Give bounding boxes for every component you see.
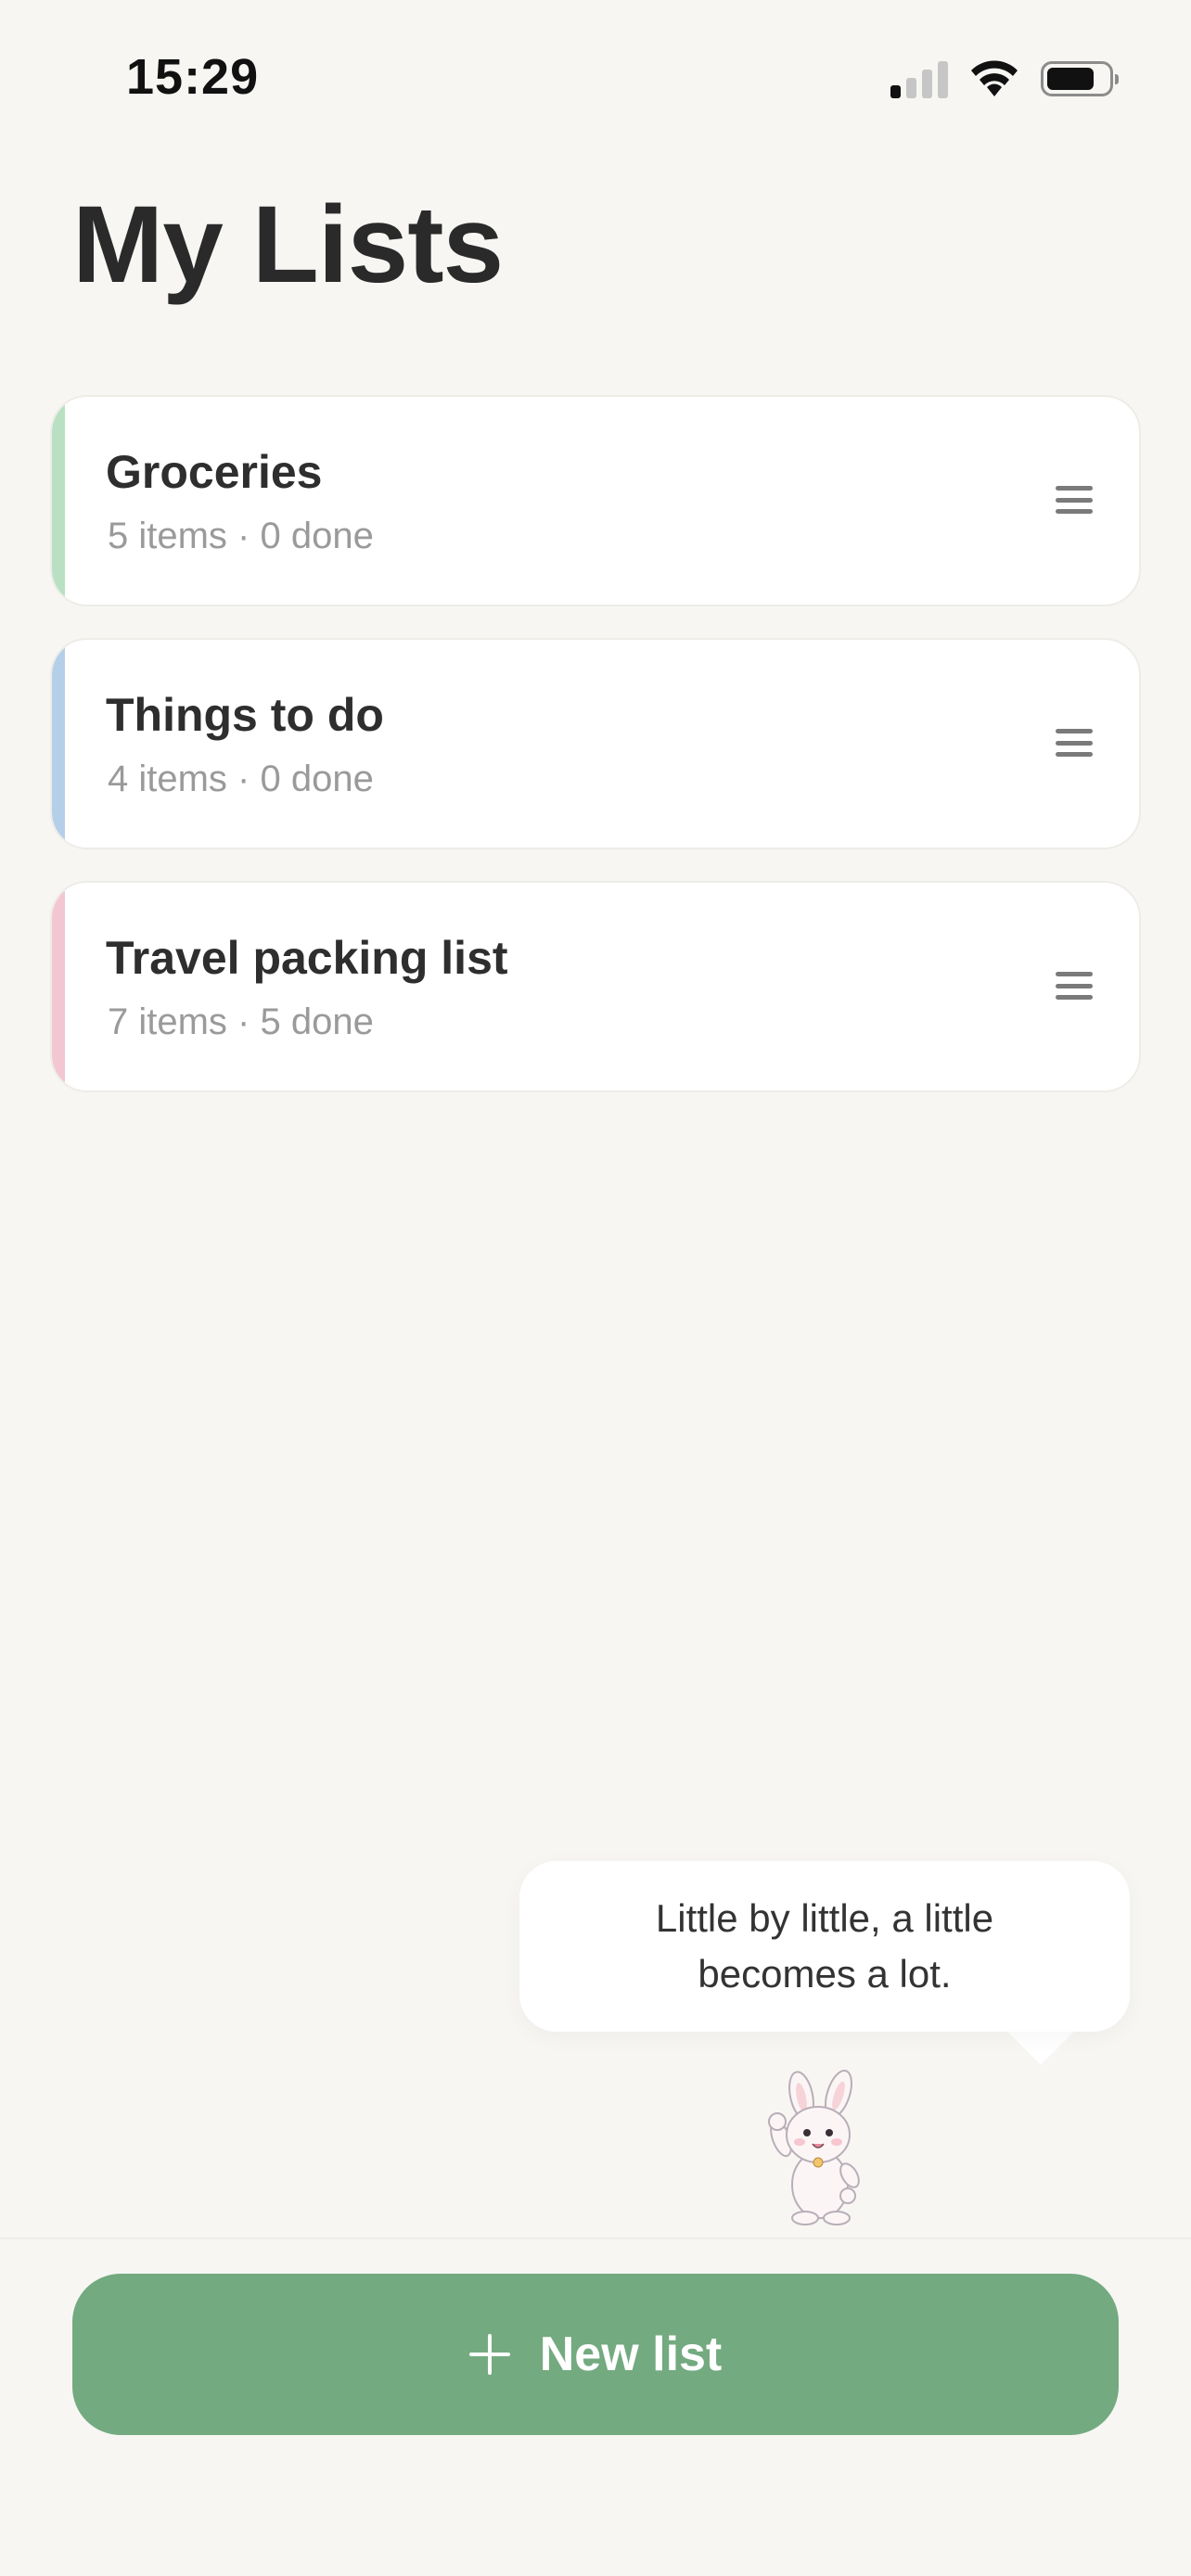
list-meta: 5 items · 0 done: [108, 516, 374, 556]
list-name: Things to do: [106, 689, 384, 741]
drag-handle-icon[interactable]: [1056, 729, 1093, 757]
list-card-things-to-do[interactable]: Things to do 4 items · 0 done: [50, 638, 1141, 849]
cellular-signal-icon: [890, 59, 948, 98]
list-card-travel-packing-list[interactable]: Travel packing list 7 items · 5 done: [50, 881, 1141, 1092]
status-icons: [890, 56, 1119, 102]
lists-container: Groceries 5 items · 0 done Things to do …: [50, 395, 1141, 1124]
list-name: Groceries: [106, 446, 323, 498]
drag-handle-icon[interactable]: [1056, 486, 1093, 514]
list-meta: 7 items · 5 done: [108, 1001, 374, 1042]
page-title: My Lists: [72, 184, 504, 306]
drag-handle-icon[interactable]: [1056, 972, 1093, 1000]
new-list-button[interactable]: New list: [72, 2274, 1119, 2435]
list-accent: [52, 640, 65, 848]
wifi-icon: [971, 60, 1018, 96]
list-meta: 4 items · 0 done: [108, 759, 374, 799]
status-bar: 15:29: [0, 0, 1191, 158]
list-name: Travel packing list: [106, 932, 508, 984]
bottom-divider: [0, 2238, 1191, 2239]
bunny-mascot-icon: [768, 2069, 860, 2225]
status-time: 15:29: [126, 49, 260, 105]
motivational-quote: Little by little, a little becomes a lot…: [655, 1896, 994, 1996]
battery-icon: [1041, 61, 1119, 96]
speech-bubble: Little by little, a little becomes a lot…: [519, 1861, 1130, 2032]
list-accent: [52, 883, 65, 1090]
new-list-label: New list: [539, 2327, 723, 2381]
list-accent: [52, 397, 65, 605]
plus-icon: [468, 2334, 510, 2375]
list-card-groceries[interactable]: Groceries 5 items · 0 done: [50, 395, 1141, 606]
